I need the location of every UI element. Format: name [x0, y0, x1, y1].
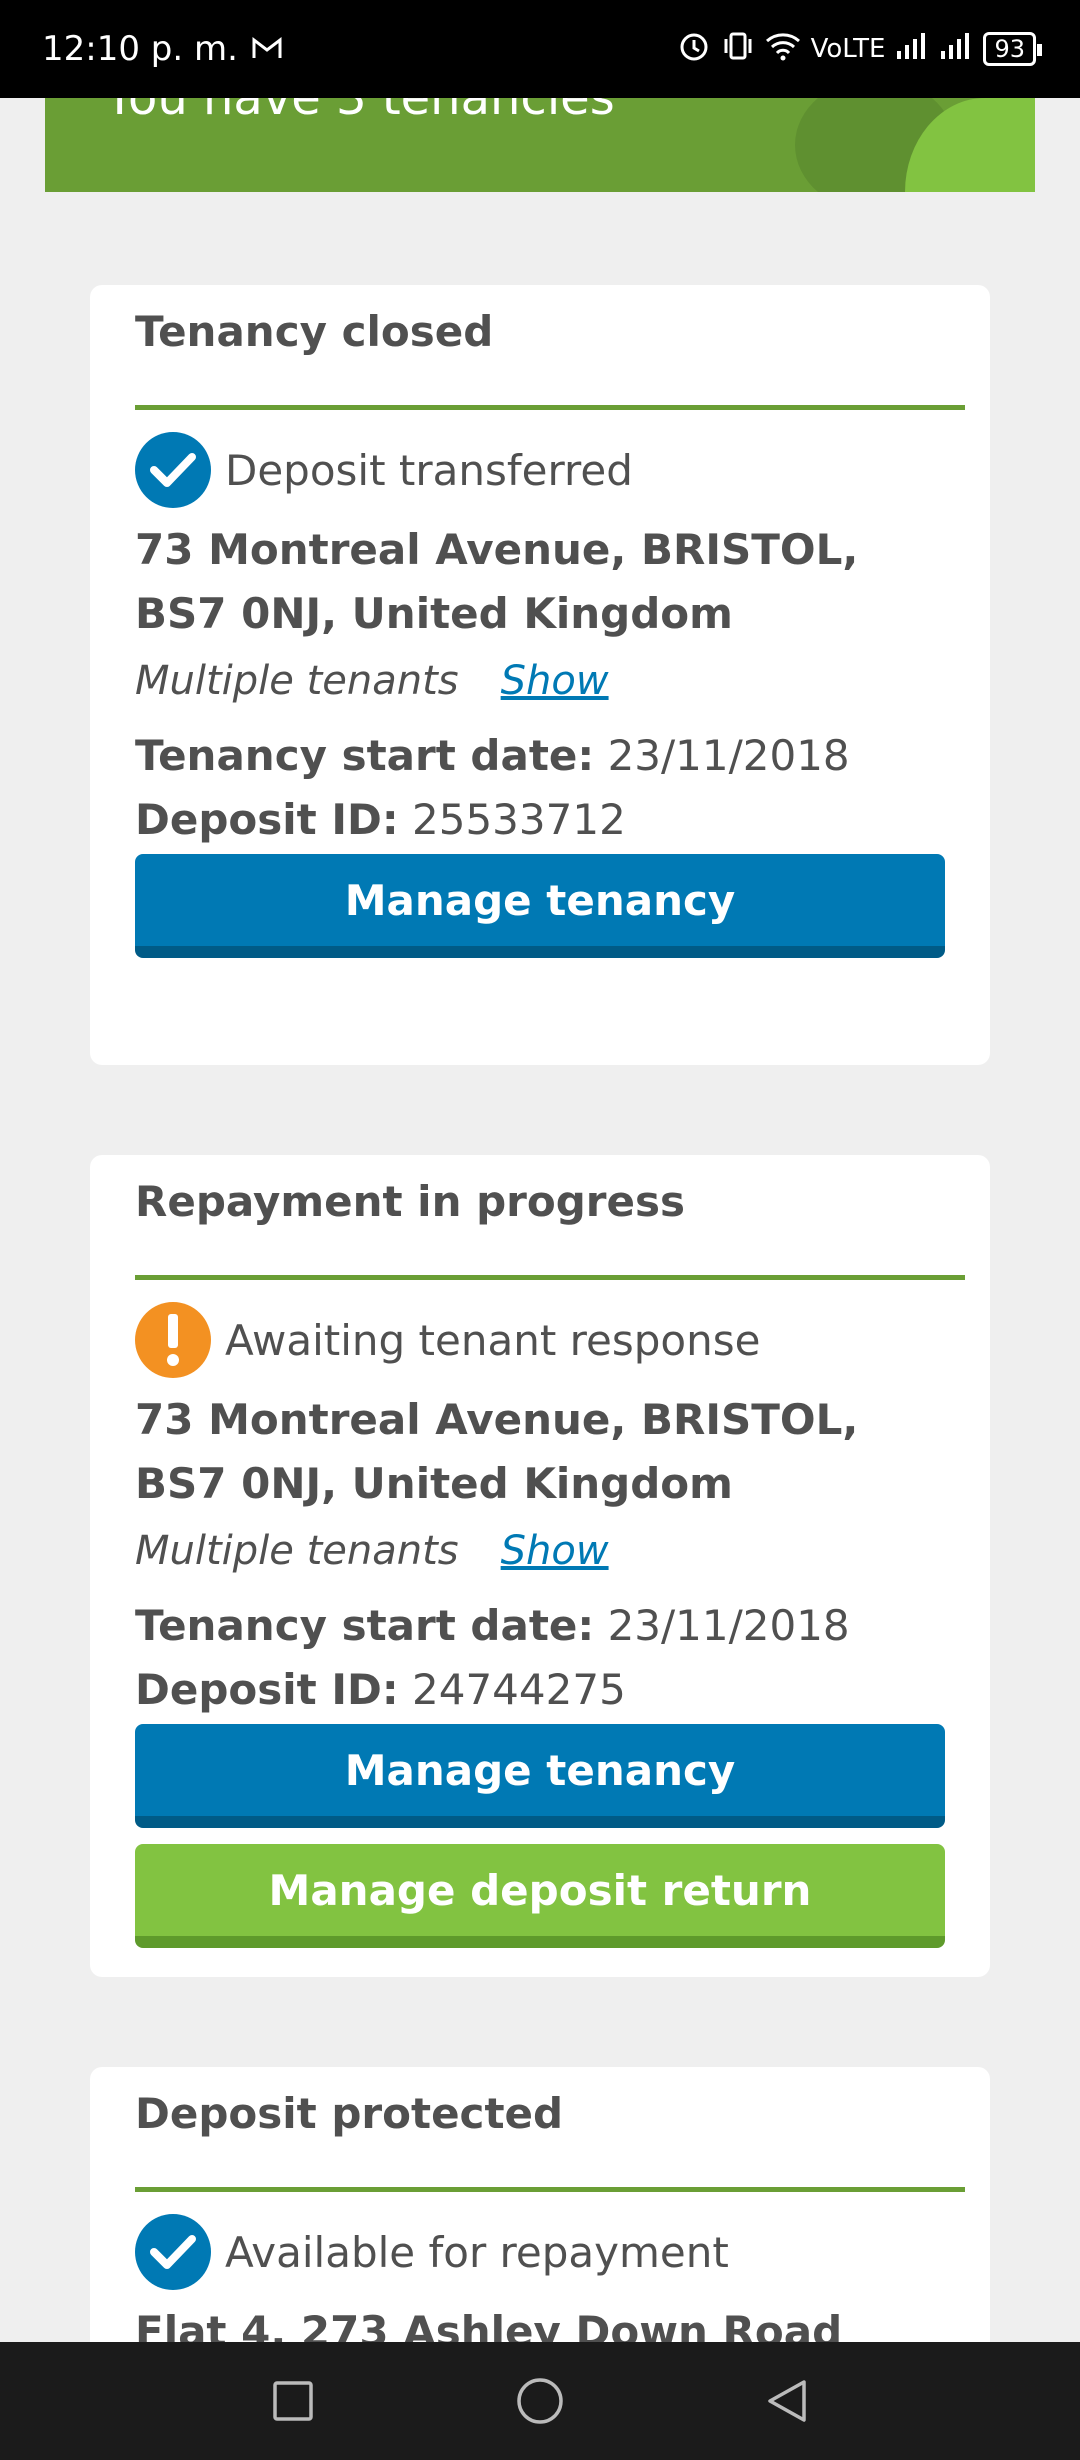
check-circle-icon — [135, 2214, 211, 2290]
start-date-label: Tenancy start date: — [135, 1601, 595, 1650]
tenants-label: Multiple tenants — [135, 1528, 459, 1574]
status-row: Deposit transferred — [135, 432, 945, 508]
alarm-icon — [677, 29, 711, 70]
clock: 12:10 p. m. — [42, 29, 238, 69]
deposit-id: Deposit ID: 25533712 — [135, 788, 945, 852]
tenancy-card: Repayment in progress Awaiting tenant re… — [90, 1155, 990, 1977]
property-address: 73 Montreal Avenue, BRISTOL, BS7 0NJ, Un… — [135, 1395, 859, 1508]
check-circle-icon — [135, 432, 211, 508]
deposit-id-value: 24744275 — [412, 1665, 626, 1714]
deposit-id: Deposit ID: 24744275 — [135, 1658, 945, 1722]
manage-tenancy-button[interactable]: Manage tenancy — [135, 1724, 945, 1828]
tenancy-start-date: Tenancy start date: 23/11/2018 — [135, 1594, 945, 1658]
recent-apps-icon[interactable] — [263, 2371, 323, 2431]
manage-deposit-return-button[interactable]: Manage deposit return — [135, 1844, 945, 1948]
battery-indicator: 93 — [983, 32, 1042, 66]
status-row: Awaiting tenant response — [135, 1302, 945, 1378]
tenancy-card: Deposit protected Available for repaymen… — [90, 2067, 990, 2342]
card-title: Tenancy closed — [135, 307, 494, 356]
card-title: Repayment in progress — [135, 1177, 685, 1226]
wifi-icon — [765, 31, 801, 68]
card-divider — [135, 1275, 965, 1280]
card-title: Deposit protected — [135, 2089, 564, 2138]
card-divider — [135, 2187, 965, 2192]
show-tenants-link[interactable]: Show — [501, 1528, 609, 1574]
start-date-value: 23/11/2018 — [607, 1601, 850, 1650]
status-row: Available for repayment — [135, 2214, 945, 2290]
tenancy-card: Tenancy closed Deposit transferred 73 Mo… — [90, 285, 990, 1065]
status-text: Available for repayment — [225, 2227, 729, 2277]
property-address: Flat 4, 273 Ashley Down Road — [135, 2307, 843, 2342]
network-label: VoLTE — [810, 34, 886, 64]
show-tenants-link[interactable]: Show — [501, 658, 609, 704]
system-navigation-bar — [0, 2342, 1080, 2460]
status-text: Deposit transferred — [225, 445, 633, 495]
deposit-id-label: Deposit ID: — [135, 795, 399, 844]
tenancies-banner: You have 3 tenancies — [45, 98, 1035, 192]
status-text: Awaiting tenant response — [225, 1315, 761, 1365]
tenancies-count-heading: You have 3 tenancies — [105, 98, 615, 126]
signal-icon — [895, 31, 929, 68]
deposit-id-value: 25533712 — [412, 795, 626, 844]
start-date-value: 23/11/2018 — [607, 731, 850, 780]
warning-circle-icon — [135, 1302, 211, 1378]
tenancy-start-date: Tenancy start date: 23/11/2018 — [135, 724, 945, 788]
gmail-icon — [252, 29, 282, 69]
tenants-row: Multiple tenants Show — [135, 658, 945, 724]
back-icon[interactable] — [757, 2371, 817, 2431]
vibrate-icon — [721, 29, 755, 70]
property-address: 73 Montreal Avenue, BRISTOL, BS7 0NJ, Un… — [135, 525, 859, 638]
home-icon[interactable] — [510, 2371, 570, 2431]
manage-tenancy-button[interactable]: Manage tenancy — [135, 854, 945, 958]
tenants-label: Multiple tenants — [135, 658, 459, 704]
tenants-row: Multiple tenants Show — [135, 1528, 945, 1594]
start-date-label: Tenancy start date: — [135, 731, 595, 780]
status-bar: 12:10 p. m. VoLTE 93 — [0, 0, 1080, 98]
card-divider — [135, 405, 965, 410]
deposit-id-label: Deposit ID: — [135, 1665, 399, 1714]
signal-icon-2 — [939, 31, 973, 68]
